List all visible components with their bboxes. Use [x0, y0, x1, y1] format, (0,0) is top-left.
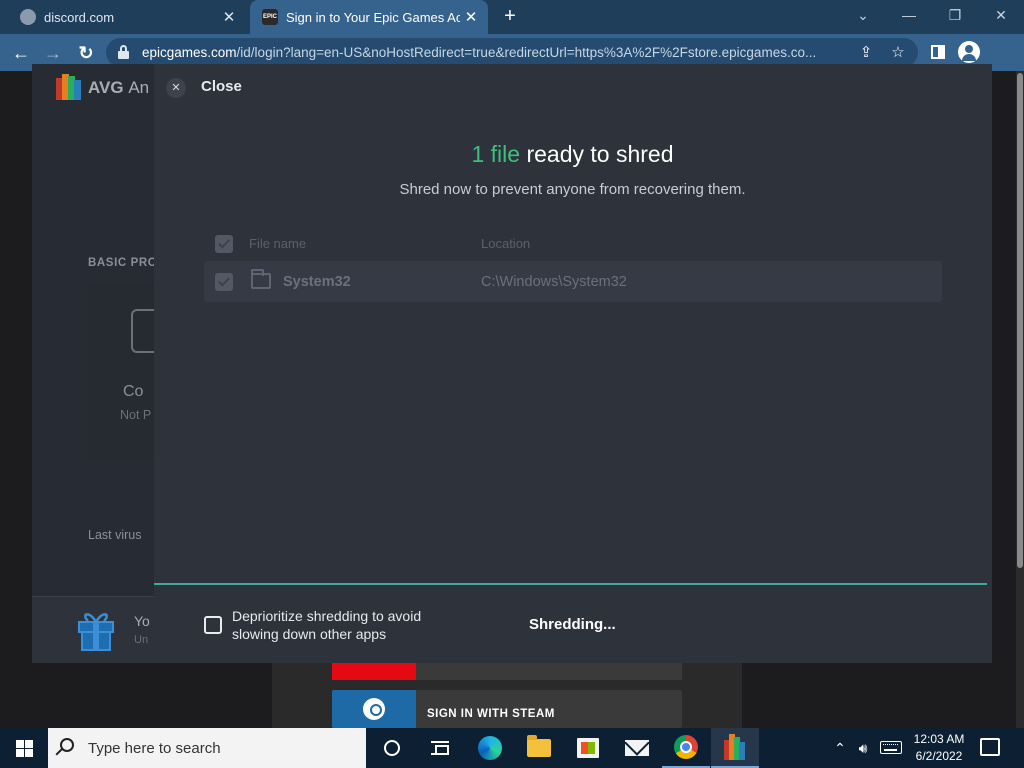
chrome-icon [674, 735, 698, 759]
cortana-button[interactable] [368, 728, 416, 768]
tab-search-icon[interactable]: ⌄ [840, 0, 886, 30]
taskbar-file-explorer[interactable] [515, 728, 563, 768]
dialog-title: 1 file ready to shred [471, 141, 674, 167]
avg-card-subtitle: Not P [120, 408, 152, 422]
folder-icon [251, 269, 271, 289]
speaker-icon[interactable]: 🔊︎ [852, 728, 874, 768]
gift-icon [78, 613, 114, 651]
avg-card-title: Co [123, 383, 144, 400]
mail-icon [625, 740, 649, 756]
taskbar-edge[interactable] [466, 728, 514, 768]
task-view-button[interactable] [416, 728, 464, 768]
sign-in-with-steam-button[interactable]: SIGN IN WITH STEAM [332, 690, 682, 728]
close-button[interactable]: Close [201, 78, 242, 95]
deprioritize-label[interactable]: Deprioritize shredding to avoid slowing … [232, 607, 442, 643]
close-icon[interactable]: ✕ [166, 78, 186, 98]
avg-brand: AVG An [88, 78, 150, 97]
epic-provider-button[interactable] [416, 662, 682, 680]
epic-games-favicon: EPIC [262, 9, 278, 25]
tab-epic-games[interactable]: EPIC Sign in to Your Epic Games Acco ✕ [250, 0, 488, 34]
tab-title: discord.com [44, 9, 115, 25]
file-name-cell: System32 [283, 274, 351, 290]
tab-close-icon[interactable]: ✕ [460, 8, 482, 26]
dialog-subtitle: Shred now to prevent anyone from recover… [399, 181, 746, 198]
reload-button[interactable]: ↻ [73, 40, 99, 66]
avg-app-icon [724, 734, 746, 760]
new-tab-button[interactable]: + [498, 5, 522, 29]
tab-close-icon[interactable]: ✕ [218, 8, 240, 26]
lock-icon[interactable] [118, 45, 129, 59]
taskbar-search-placeholder: Type here to search [88, 740, 221, 757]
profile-avatar-icon[interactable] [958, 41, 980, 63]
avg-basic-protection-label: BASIC PRO [88, 257, 158, 269]
back-button[interactable]: ← [8, 40, 34, 66]
file-row-checkbox[interactable] [215, 273, 233, 291]
deprioritize-checkbox[interactable] [204, 616, 222, 634]
forward-button[interactable]: → [40, 40, 66, 66]
steam-icon [363, 698, 385, 720]
file-explorer-icon [527, 735, 551, 757]
clock-time: 12:03 AM [913, 732, 965, 746]
select-all-checkbox[interactable] [215, 235, 233, 253]
url-text: epicgames.com/id/login?lang=en-US&noHost… [142, 45, 817, 60]
clock-date: 6/2/2022 [915, 749, 963, 763]
taskbar-mail[interactable] [613, 728, 661, 768]
taskbar-chrome[interactable] [662, 728, 710, 768]
address-bar[interactable]: epicgames.com/id/login?lang=en-US&noHost… [106, 38, 918, 67]
tab-discord[interactable]: discord.com ✕ [8, 0, 246, 34]
globe-icon [20, 9, 36, 25]
computer-icon [131, 309, 155, 353]
taskbar-clock[interactable]: 12:03 AM 6/2/2022 [900, 731, 978, 765]
chevron-up-icon[interactable]: ⌃ [830, 728, 850, 768]
taskbar-avg[interactable] [711, 728, 759, 768]
task-view-icon [431, 741, 449, 755]
windows-icon[interactable] [16, 740, 33, 757]
avg-last-virus-text: Last virus [88, 528, 142, 542]
file-location-cell: C:\Windows\System32 [481, 274, 627, 290]
column-header-file-name: File name [249, 236, 307, 251]
avg-logo-icon [56, 74, 82, 100]
close-window-button[interactable]: ✕ [978, 0, 1024, 30]
search-icon [60, 738, 74, 752]
restore-button[interactable]: ❐ [932, 0, 978, 30]
minimize-button[interactable]: — [886, 0, 932, 30]
cortana-icon [384, 740, 400, 756]
edge-icon [478, 736, 502, 760]
notification-icon[interactable] [980, 738, 1000, 756]
shredding-status: Shredding... [529, 616, 616, 633]
column-header-location: Location [481, 236, 531, 251]
avg-offer-subtitle: Un [134, 634, 149, 646]
store-icon [577, 738, 599, 758]
tab-title: Sign in to Your Epic Games Acco [286, 9, 460, 25]
file-count: 1 file [471, 141, 521, 167]
share-icon[interactable]: ⇪ [856, 43, 876, 63]
taskbar-store[interactable] [564, 728, 612, 768]
epic-provider-icon-box[interactable] [332, 662, 416, 680]
side-panel-icon[interactable] [926, 40, 950, 64]
scrollbar-thumb[interactable] [1017, 73, 1023, 568]
keyboard-icon[interactable] [880, 741, 902, 754]
avg-offer-title: Yo [134, 613, 150, 629]
steam-button-label: SIGN IN WITH STEAM [427, 708, 555, 720]
bookmark-star-icon[interactable]: ☆ [888, 43, 908, 63]
